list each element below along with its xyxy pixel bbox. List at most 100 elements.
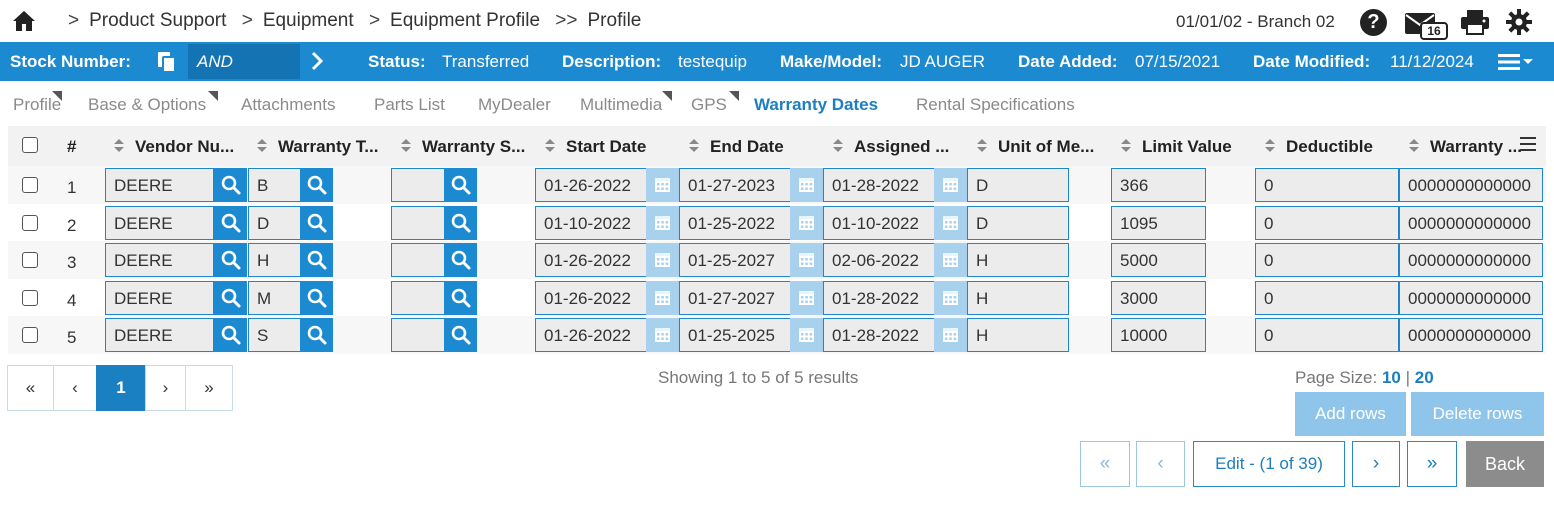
assigned-date-field[interactable]: 01-28-2022 xyxy=(823,168,935,202)
tab-base-options[interactable]: Base & Options xyxy=(88,91,219,115)
assigned-date-field[interactable]: 02-06-2022 xyxy=(823,243,935,277)
tab-mydealer[interactable]: MyDealer xyxy=(478,95,551,115)
col-deductible-header[interactable]: Deductible xyxy=(1286,137,1373,157)
home-icon[interactable] xyxy=(12,10,36,32)
warranty-sub-field[interactable] xyxy=(391,318,445,352)
calendar-icon[interactable] xyxy=(934,168,967,202)
sort-icon[interactable] xyxy=(545,139,555,153)
vendor-number-field[interactable]: DEERE xyxy=(105,205,214,240)
calendar-icon[interactable] xyxy=(790,205,823,240)
tab-warranty-dates[interactable]: Warranty Dates xyxy=(754,95,878,115)
warranty-number-field[interactable]: 0000000000000 xyxy=(1399,280,1543,315)
calendar-icon[interactable] xyxy=(934,280,967,315)
limit-value-field[interactable]: 3000 xyxy=(1111,280,1206,315)
page-size-20[interactable]: 20 xyxy=(1415,368,1434,387)
record-prev-button[interactable]: ‹ xyxy=(1136,441,1185,487)
warranty-type-field[interactable]: S xyxy=(248,318,301,352)
sort-icon[interactable] xyxy=(401,139,411,153)
vendor-number-field[interactable]: DEERE xyxy=(105,318,214,352)
col-vendor-number-header[interactable]: Vendor Nu... xyxy=(135,137,234,157)
limit-value-field[interactable]: 1095 xyxy=(1111,205,1206,240)
col-warranty-type-header[interactable]: Warranty T... xyxy=(278,137,378,157)
end-date-field[interactable]: 01-25-2025 xyxy=(679,318,791,352)
row-checkbox[interactable] xyxy=(22,327,38,343)
col-end-date-header[interactable]: End Date xyxy=(710,137,784,157)
deductible-field[interactable]: 0 xyxy=(1255,318,1399,352)
search-icon[interactable] xyxy=(300,280,333,315)
col-warranty-sub-header[interactable]: Warranty S... xyxy=(422,137,525,157)
row-checkbox[interactable] xyxy=(22,177,38,193)
calendar-icon[interactable] xyxy=(646,318,679,352)
pager-next-button[interactable]: › xyxy=(145,365,186,411)
warranty-type-field[interactable]: M xyxy=(248,280,301,315)
row-checkbox[interactable] xyxy=(22,252,38,268)
add-rows-button[interactable]: Add rows xyxy=(1295,392,1406,436)
warranty-number-field[interactable]: 0000000000000 xyxy=(1399,243,1543,277)
warranty-type-field[interactable]: H xyxy=(248,243,301,277)
col-assigned-header[interactable]: Assigned ... xyxy=(854,137,949,157)
deductible-field[interactable]: 0 xyxy=(1255,168,1399,202)
search-icon[interactable] xyxy=(214,205,247,240)
pager-first-button[interactable]: « xyxy=(7,365,54,411)
record-next-button[interactable]: › xyxy=(1352,441,1400,487)
search-icon[interactable] xyxy=(300,168,333,202)
warranty-number-field[interactable]: 0000000000000 xyxy=(1399,168,1543,202)
limit-value-field[interactable]: 5000 xyxy=(1111,243,1206,277)
copy-icon[interactable] xyxy=(157,51,177,73)
end-date-field[interactable]: 01-25-2027 xyxy=(679,243,791,277)
calendar-icon[interactable] xyxy=(934,205,967,240)
warranty-number-field[interactable]: 0000000000000 xyxy=(1399,205,1543,240)
limit-value-field[interactable]: 366 xyxy=(1111,168,1206,202)
search-icon[interactable] xyxy=(214,168,247,202)
calendar-icon[interactable] xyxy=(934,318,967,352)
warranty-type-field[interactable]: D xyxy=(248,205,301,240)
stock-number-input[interactable]: AND xyxy=(188,44,300,79)
end-date-field[interactable]: 01-27-2023 xyxy=(679,168,791,202)
warranty-sub-field[interactable] xyxy=(391,280,445,315)
warranty-type-field[interactable]: B xyxy=(248,168,301,202)
tab-multimedia[interactable]: Multimedia xyxy=(580,91,673,115)
sort-icon[interactable] xyxy=(257,139,267,153)
sort-icon[interactable] xyxy=(977,139,987,153)
record-last-button[interactable]: » xyxy=(1407,441,1457,487)
calendar-icon[interactable] xyxy=(646,280,679,315)
print-icon[interactable] xyxy=(1460,9,1490,35)
warranty-number-field[interactable]: 0000000000000 xyxy=(1399,318,1543,352)
unit-of-measure-field[interactable]: H xyxy=(967,243,1069,277)
calendar-icon[interactable] xyxy=(790,280,823,315)
calendar-icon[interactable] xyxy=(790,318,823,352)
start-date-field[interactable]: 01-26-2022 xyxy=(535,243,647,277)
calendar-icon[interactable] xyxy=(934,243,967,277)
search-icon[interactable] xyxy=(444,168,477,202)
tab-gps[interactable]: GPS xyxy=(691,91,739,115)
hamburger-menu-icon[interactable] xyxy=(1498,53,1534,71)
row-checkbox[interactable] xyxy=(22,289,38,306)
search-icon[interactable] xyxy=(444,318,477,352)
start-date-field[interactable]: 01-10-2022 xyxy=(535,205,647,240)
warranty-sub-field[interactable] xyxy=(391,168,445,202)
pager-prev-button[interactable]: ‹ xyxy=(53,365,97,411)
deductible-field[interactable]: 0 xyxy=(1255,243,1399,277)
unit-of-measure-field[interactable]: H xyxy=(967,280,1069,315)
end-date-field[interactable]: 01-27-2027 xyxy=(679,280,791,315)
start-date-field[interactable]: 01-26-2022 xyxy=(535,280,647,315)
sort-icon[interactable] xyxy=(833,139,843,153)
chevron-right-icon[interactable] xyxy=(310,50,324,72)
select-all-checkbox[interactable] xyxy=(22,137,38,153)
calendar-icon[interactable] xyxy=(646,205,679,240)
calendar-icon[interactable] xyxy=(646,243,679,277)
calendar-icon[interactable] xyxy=(790,243,823,277)
search-icon[interactable] xyxy=(444,243,477,277)
search-icon[interactable] xyxy=(214,280,247,315)
unit-of-measure-field[interactable]: D xyxy=(967,205,1069,240)
deductible-field[interactable]: 0 xyxy=(1255,280,1399,315)
breadcrumb-product-support[interactable]: Product Support xyxy=(89,10,226,31)
assigned-date-field[interactable]: 01-10-2022 xyxy=(823,205,935,240)
sort-icon[interactable] xyxy=(689,139,699,153)
delete-rows-button[interactable]: Delete rows xyxy=(1411,392,1544,436)
search-icon[interactable] xyxy=(444,205,477,240)
record-first-button[interactable]: « xyxy=(1080,441,1130,487)
page-size-10[interactable]: 10 xyxy=(1382,368,1401,387)
search-icon[interactable] xyxy=(214,243,247,277)
search-icon[interactable] xyxy=(300,318,333,352)
